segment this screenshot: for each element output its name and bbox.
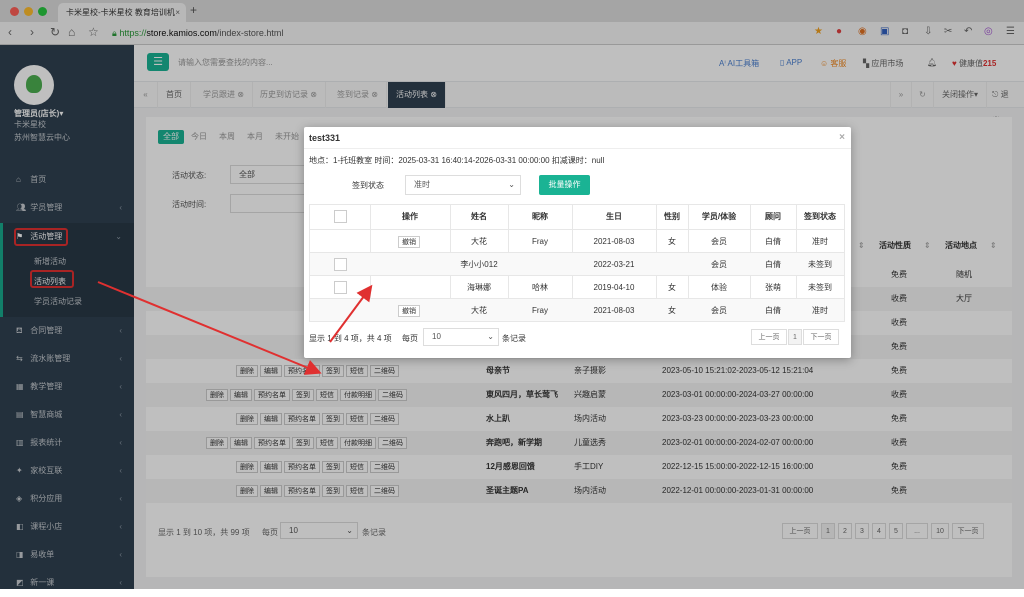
annotation-arrow-to-checkbox — [329, 284, 373, 343]
annotation-arrow-to-roster — [97, 281, 322, 375]
annotation-arrows — [97, 281, 373, 375]
